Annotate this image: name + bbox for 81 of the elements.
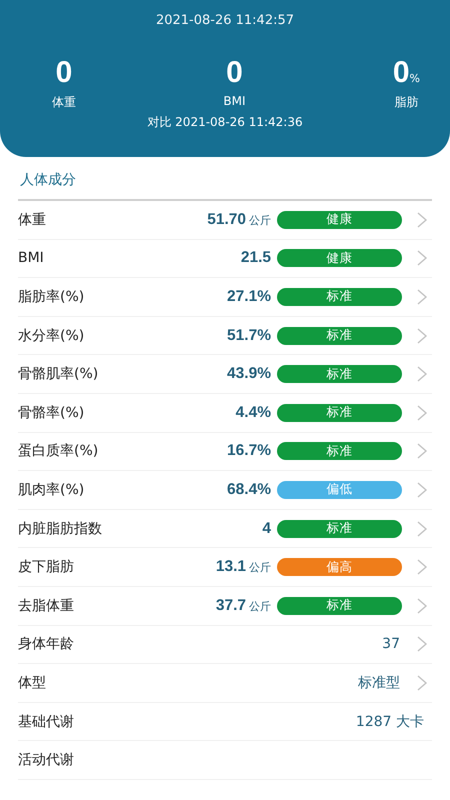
metric-value: 43.9%: [227, 365, 271, 384]
metric-row[interactable]: 皮下脂肪 13.1 公斤 偏高: [18, 548, 432, 587]
metric-row[interactable]: 水分率(%) 51.7% 标准: [18, 316, 432, 356]
chevron-icon: [416, 596, 428, 615]
chevron-icon: [416, 326, 428, 345]
metric-row[interactable]: 活动代谢: [18, 741, 432, 780]
metric-row[interactable]: 脂肪率(%) 27.1% 标准: [18, 278, 432, 317]
metric-label: BMI: [18, 250, 45, 266]
status-badge: 标准: [277, 596, 402, 615]
chevron-icon: [416, 635, 428, 654]
metric-value: 51.7%: [227, 326, 271, 345]
chevron-icon: [416, 404, 428, 422]
metric-row[interactable]: 骨骼率(%) 4.4% 标准: [18, 394, 432, 433]
metric-row[interactable]: 内脏脂肪指数 4 标准: [18, 510, 432, 548]
metric-label: 体型: [18, 674, 47, 692]
metric-label: 蛋白质率(%): [18, 442, 100, 460]
status-badge: 标准: [277, 326, 402, 345]
chevron-icon: [416, 442, 428, 460]
metric-row[interactable]: 体型 标准型: [18, 664, 432, 703]
chevron-icon: [416, 520, 428, 538]
metric-value: 37: [382, 636, 400, 652]
metric-label: 内脏脂肪指数: [18, 520, 103, 538]
metric-label: 体重: [18, 210, 47, 229]
metric-label: 骨骼肌率(%): [18, 365, 100, 384]
metric-value: 68.4%: [227, 480, 271, 499]
stat-label: 脂肪: [394, 94, 418, 111]
metric-label: 皮下脂肪: [18, 558, 75, 576]
status-badge: 健康: [277, 249, 402, 268]
metric-row[interactable]: 去脂体重 37.7 公斤 标准: [18, 586, 432, 626]
status-badge: 偏低: [277, 480, 402, 499]
chevron-icon: [416, 674, 428, 692]
stat-value: 0: [56, 56, 72, 90]
status-badge: 标准: [277, 365, 402, 384]
metric-label: 身体年龄: [18, 635, 75, 654]
compare-time: 对比 2021-08-26 11:42:36: [147, 114, 303, 131]
metric-label: 水分率(%): [18, 326, 86, 345]
metric-row[interactable]: 肌肉率(%) 68.4% 偏低: [18, 471, 432, 510]
status-badge: 标准: [277, 520, 402, 538]
metric-unit: 公斤: [249, 598, 271, 614]
metric-value: 13.1: [216, 558, 246, 576]
metric-value: 4: [262, 520, 271, 538]
status-badge: 标准: [277, 442, 402, 460]
status-badge: 偏高: [277, 558, 402, 576]
status-badge: 标准: [277, 404, 402, 422]
chevron-icon: [416, 249, 428, 268]
metric-value: 21.5: [240, 249, 271, 268]
metric-value: 27.1%: [227, 288, 271, 306]
metric-label: 活动代谢: [18, 751, 75, 770]
metric-label: 脂肪率(%): [18, 288, 86, 306]
metric-label: 去脂体重: [18, 596, 75, 615]
metric-label: 基础代谢: [18, 712, 75, 731]
stat-label: BMI: [223, 94, 246, 108]
metric-row[interactable]: 蛋白质率(%) 16.7% 标准: [18, 432, 432, 472]
measurement-time: 2021-08-26 11:42:57: [156, 13, 294, 28]
metric-value: 37.7: [216, 596, 246, 615]
metric-row[interactable]: 体重 51.70 公斤 健康: [18, 201, 432, 240]
chevron-icon: [416, 558, 428, 576]
metric-value: 标准型: [358, 674, 400, 692]
stat-label: 体重: [52, 94, 76, 111]
chevron-icon: [416, 210, 428, 229]
metric-row[interactable]: BMI 21.5 健康: [18, 240, 432, 278]
metric-value: 1287 大卡: [356, 712, 424, 731]
metric-unit: 公斤: [249, 560, 271, 576]
section-title: 人体成分: [18, 157, 432, 201]
metric-row[interactable]: 身体年龄 37: [18, 626, 432, 664]
chevron-icon: [416, 480, 428, 499]
stat-value: 0: [392, 56, 410, 90]
stat-unit: %: [410, 72, 420, 85]
metric-value: 16.7%: [227, 442, 271, 460]
chevron-icon: [416, 288, 428, 306]
metric-label: 肌肉率(%): [18, 480, 86, 499]
status-badge: 标准: [277, 288, 402, 306]
stat-value: 0: [226, 56, 243, 90]
metric-row[interactable]: 基础代谢 1287 大卡: [18, 702, 432, 742]
chevron-icon: [416, 365, 428, 384]
metric-label: 骨骼率(%): [18, 404, 86, 422]
metric-unit: 公斤: [249, 212, 271, 228]
metric-value: 51.70: [207, 210, 246, 229]
metric-row[interactable]: 骨骼肌率(%) 43.9% 标准: [18, 355, 432, 394]
status-badge: 健康: [277, 210, 402, 229]
metric-value: 4.4%: [236, 404, 271, 422]
